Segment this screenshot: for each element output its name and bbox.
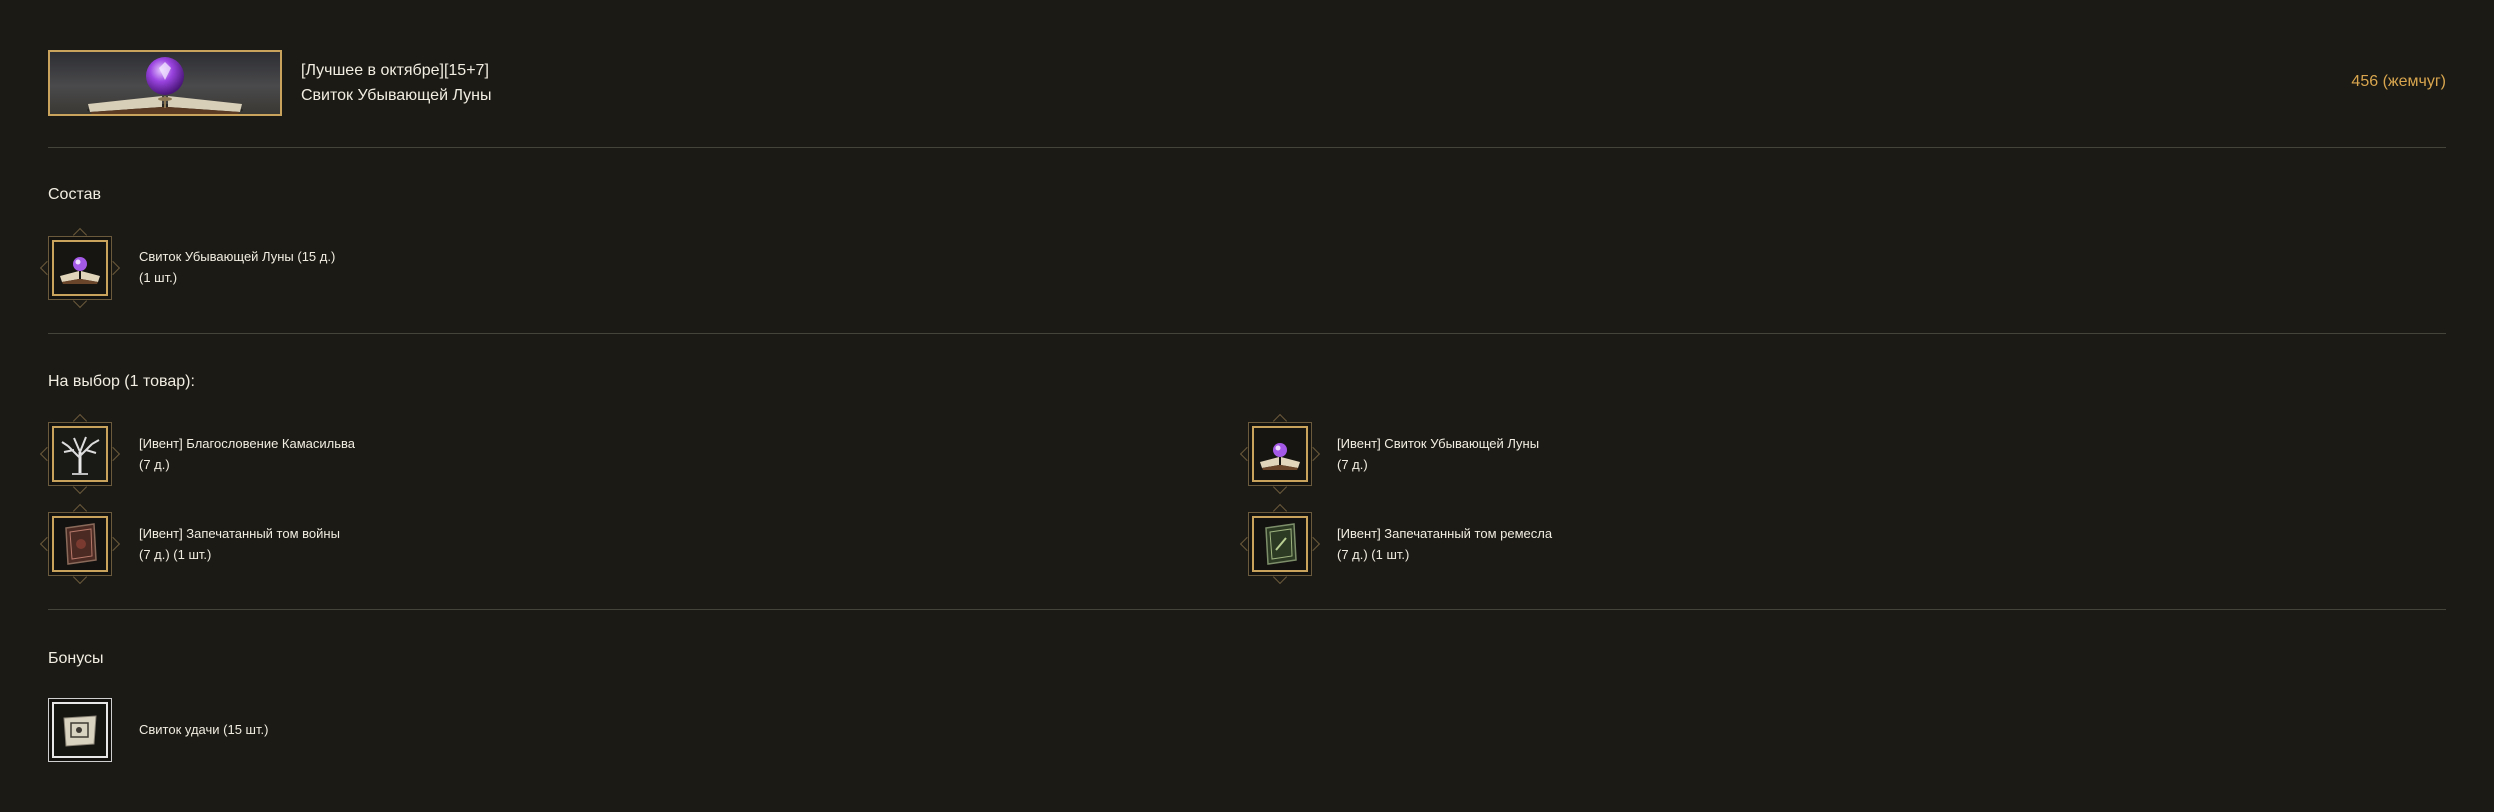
package-price: 456 (жемчуг): [2351, 73, 2446, 90]
item-slot[interactable]: [39, 227, 121, 309]
package-title-line2: Свиток Убывающей Луны: [301, 87, 492, 104]
bonuses-title: Бонусы: [48, 650, 104, 667]
moon-scroll-book-icon: [87, 57, 243, 114]
divider: [48, 147, 2446, 148]
choice-item-text: [Ивент] Благословение Камасильва (7 д.): [139, 433, 355, 475]
moon-scroll-icon: [1254, 428, 1306, 480]
choice-item-text: [Ивент] Свиток Убывающей Луны (7 д.): [1337, 433, 1539, 475]
item-name: [Ивент] Благословение Камасильва: [139, 436, 356, 451]
item-slot[interactable]: [1239, 503, 1321, 585]
item-name: [Ивент] Запечатанный том ремесла: [1337, 526, 1553, 541]
item-detail: (7 д.): [139, 457, 170, 472]
silver-tree-icon: [54, 428, 106, 480]
luck-scroll-icon: [54, 704, 106, 756]
item-name: Свиток удачи (15 шт.): [139, 722, 269, 737]
item-name: Свиток Убывающей Луны (15 д.): [139, 249, 336, 264]
sealed-war-tome-icon: [54, 518, 106, 570]
item-slot[interactable]: [48, 698, 112, 762]
sealed-craft-tome-icon: [1254, 518, 1306, 570]
package-title-line1: [Лучшее в октябре][15+7]: [301, 62, 489, 79]
item-slot[interactable]: [1239, 413, 1321, 495]
item-detail: (1 шт.): [139, 270, 178, 285]
composition-title: Состав: [48, 186, 101, 203]
choice-title: На выбор (1 товар):: [48, 373, 195, 390]
divider: [48, 333, 2446, 334]
divider: [48, 609, 2446, 610]
package-image: [48, 50, 282, 116]
package-details-page: [Лучшее в октябре][15+7] Свиток Убывающе…: [0, 0, 2494, 812]
bonus-item-text: Свиток удачи (15 шт.): [139, 719, 268, 740]
composition-item-text: Свиток Убывающей Луны (15 д.) (1 шт.): [139, 246, 335, 288]
item-detail: (7 д.) (1 шт.): [139, 547, 212, 562]
item-name: [Ивент] Свиток Убывающей Луны: [1337, 436, 1540, 451]
moon-scroll-icon: [54, 242, 106, 294]
package-header: [Лучшее в октябре][15+7] Свиток Убывающе…: [48, 50, 2446, 116]
item-name: [Ивент] Запечатанный том войны: [139, 526, 340, 541]
item-slot[interactable]: [39, 413, 121, 495]
item-detail: (7 д.) (1 шт.): [1337, 547, 1410, 562]
item-detail: (7 д.): [1337, 457, 1368, 472]
choice-item-text: [Ивент] Запечатанный том войны (7 д.) (1…: [139, 523, 340, 565]
item-slot[interactable]: [39, 503, 121, 585]
choice-item-text: [Ивент] Запечатанный том ремесла (7 д.) …: [1337, 523, 1552, 565]
